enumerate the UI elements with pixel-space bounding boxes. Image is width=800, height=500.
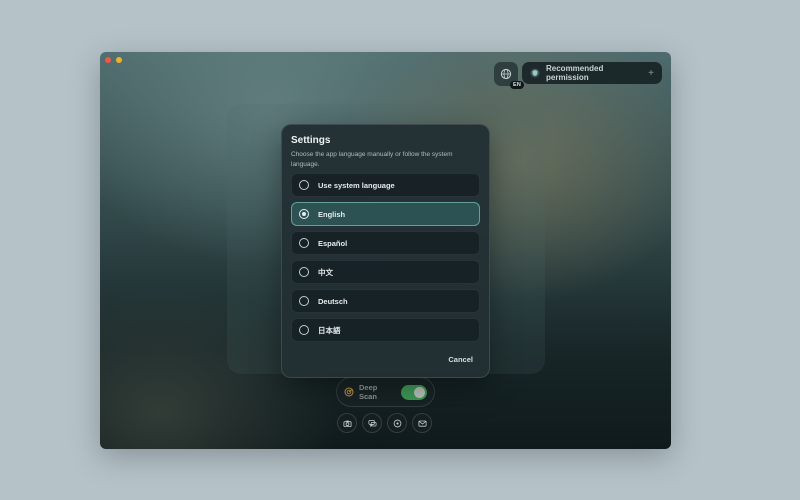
target-icon — [393, 419, 401, 427]
tool-bar — [337, 413, 432, 433]
globe-icon — [500, 68, 512, 80]
radio-button[interactable] — [299, 325, 309, 335]
shield-icon — [530, 68, 540, 78]
option-system-language[interactable]: Use system language — [291, 173, 480, 197]
language-button[interactable]: EN — [494, 62, 524, 89]
close-window-button[interactable] — [105, 57, 111, 63]
mail-button[interactable] — [412, 413, 432, 433]
language-options: Use system language English Español 中文 D… — [291, 173, 480, 342]
mail-icon — [417, 420, 427, 427]
permission-label: Recommended permission — [546, 64, 604, 82]
option-label: English — [318, 209, 346, 219]
recommended-permission-button[interactable]: Recommended permission + — [522, 62, 662, 84]
deep-scan-label: Deep Scan — [359, 383, 378, 401]
settings-dialog: Settings Choose the app language manuall… — [281, 124, 490, 378]
deep-scan-toggle[interactable] — [401, 384, 427, 400]
radio-button[interactable] — [299, 267, 309, 277]
cancel-button[interactable]: Cancel — [448, 355, 473, 364]
camera-icon — [342, 420, 352, 427]
option-chinese[interactable]: 中文 — [291, 260, 480, 284]
option-english[interactable]: English — [291, 202, 480, 226]
dialog-title: Settings — [291, 135, 331, 146]
option-label: 日本語 — [318, 325, 341, 335]
camera-button[interactable] — [337, 413, 357, 433]
option-label: 中文 — [318, 267, 333, 277]
option-label: Use system language — [318, 180, 395, 190]
radio-button[interactable] — [299, 238, 309, 248]
radio-button[interactable] — [299, 209, 309, 219]
option-label: Español — [318, 238, 348, 248]
option-deutsch[interactable]: Deutsch — [291, 289, 480, 313]
minimize-window-button[interactable] — [116, 57, 122, 63]
plus-icon: + — [648, 67, 654, 79]
chat-button[interactable] — [362, 413, 382, 433]
option-espanol[interactable]: Español — [291, 231, 480, 255]
radar-icon — [344, 387, 354, 397]
target-button[interactable] — [387, 413, 407, 433]
radio-button[interactable] — [299, 296, 309, 306]
language-badge: EN — [509, 81, 524, 89]
option-japanese[interactable]: 日本語 — [291, 318, 480, 342]
radio-button[interactable] — [299, 180, 309, 190]
chat-icon — [367, 419, 376, 427]
option-label: Deutsch — [318, 296, 348, 306]
dialog-description: Choose the app language manually or foll… — [291, 151, 453, 168]
deep-scan-control: Deep Scan — [336, 377, 435, 407]
